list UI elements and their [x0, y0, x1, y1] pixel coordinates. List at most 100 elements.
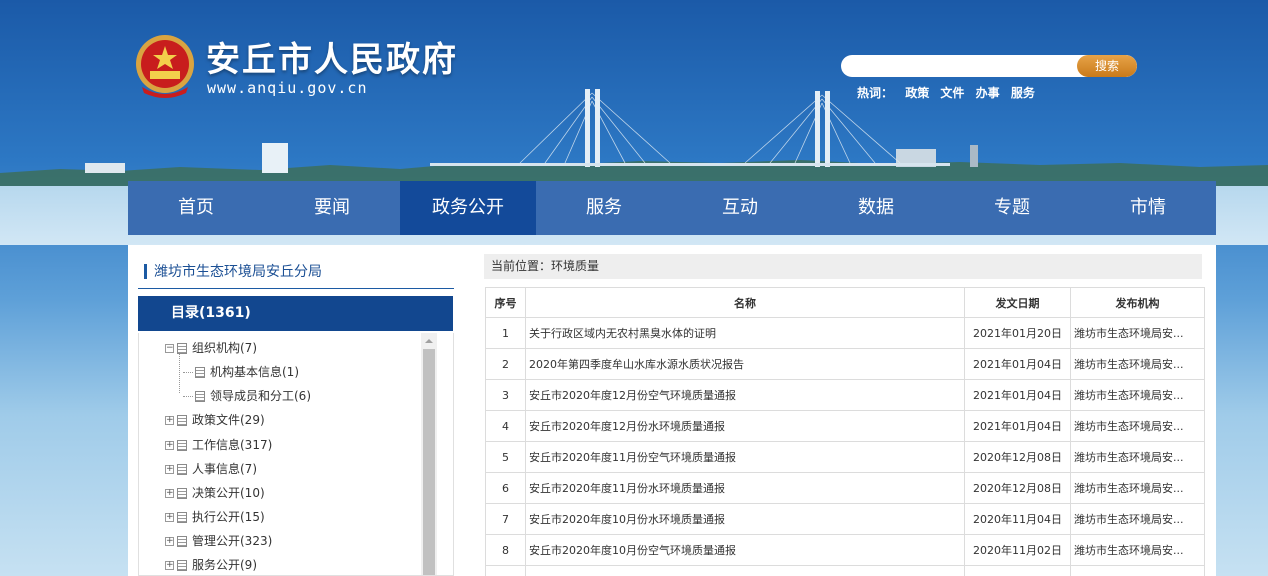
nav-topics[interactable]: 专题 — [944, 181, 1080, 235]
hot-word-service[interactable]: 服务 — [1011, 86, 1035, 100]
column-header-no: 序号 — [485, 287, 526, 318]
row-number: 8 — [485, 534, 526, 566]
nav-city-info[interactable]: 市情 — [1080, 181, 1216, 235]
row-number: 4 — [485, 410, 526, 442]
expand-icon[interactable]: + — [165, 561, 174, 570]
row-org: 潍坊市生态环境局安... — [1070, 379, 1205, 411]
document-icon — [195, 367, 205, 378]
row-title-link[interactable]: 安丘市2020年度11月份空气环境质量通报 — [525, 441, 965, 473]
row-org: 潍坊市生态环境局安... — [1070, 534, 1205, 566]
row-org: 潍坊市生态环境局安... — [1070, 410, 1205, 442]
table-row: 1 关于行政区域内无农村黑臭水体的证明 2021年01月20日 潍坊市生态环境局… — [485, 317, 1205, 349]
row-date: 2021年01月04日 — [964, 379, 1071, 411]
document-icon — [177, 512, 187, 523]
expand-icon[interactable]: + — [165, 537, 174, 546]
search-input[interactable] — [853, 55, 1075, 77]
table-row: 6 安丘市2020年度11月份水环境质量通报 2020年12月08日 潍坊市生态… — [485, 472, 1205, 504]
expand-icon[interactable]: + — [165, 489, 174, 498]
row-title-link[interactable]: 关于行政区域内无农村黑臭水体的证明 — [525, 317, 965, 349]
scroll-thumb[interactable] — [423, 349, 435, 575]
document-icon — [195, 391, 205, 402]
table-row: 5 安丘市2020年度11月份空气环境质量通报 2020年12月08日 潍坊市生… — [485, 441, 1205, 473]
row-date: 2020年12月08日 — [964, 441, 1071, 473]
hot-words: 热词： 政策 文件 办事 服务 — [857, 84, 1042, 101]
column-header-date: 发文日期 — [964, 287, 1071, 318]
hot-word-document[interactable]: 文件 — [940, 86, 964, 100]
sidebar: 潍坊市生态环境局安丘分局 目录(1361) − 组织机构(7) 机构基本信息(1)… — [138, 245, 454, 576]
table-row: 3 安丘市2020年度12月份空气环境质量通报 2021年01月04日 潍坊市生… — [485, 379, 1205, 411]
document-icon — [177, 440, 187, 451]
expand-icon[interactable]: + — [165, 465, 174, 474]
row-number: 5 — [485, 441, 526, 473]
search-box: 搜索 — [841, 55, 1137, 77]
tree-node[interactable]: − 组织机构(7) — [165, 339, 257, 357]
table-row — [485, 565, 1205, 576]
nav-service[interactable]: 服务 — [536, 181, 672, 235]
document-icon — [177, 464, 187, 475]
tree-node[interactable]: + 服务公开(9) — [165, 556, 257, 574]
row-date: 2020年11月02日 — [964, 534, 1071, 566]
row-date: 2021年01月20日 — [964, 317, 1071, 349]
table-row: 7 安丘市2020年度10月份水环境质量通报 2020年11月04日 潍坊市生态… — [485, 503, 1205, 535]
tree-node[interactable]: 机构基本信息(1) — [183, 363, 299, 381]
row-date: 2020年11月04日 — [964, 503, 1071, 535]
document-icon — [177, 343, 187, 354]
nav-interaction[interactable]: 互动 — [672, 181, 808, 235]
tree-node[interactable]: + 执行公开(15) — [165, 508, 265, 526]
expand-icon[interactable]: + — [165, 441, 174, 450]
column-header-title: 名称 — [525, 287, 965, 318]
directory-header[interactable]: 目录(1361) — [138, 296, 453, 331]
tree-scrollbar[interactable] — [421, 333, 437, 575]
row-title-link[interactable]: 安丘市2020年度11月份水环境质量通报 — [525, 472, 965, 504]
tree-node[interactable]: + 政策文件(29) — [165, 411, 265, 429]
row-title-link[interactable]: 安丘市2020年度12月份空气环境质量通报 — [525, 379, 965, 411]
hot-words-label: 热词： — [857, 86, 894, 100]
directory-tree: − 组织机构(7) 机构基本信息(1) 领导成员和分工(6) + 政策文件(29) … — [138, 333, 454, 576]
tree-node[interactable]: 领导成员和分工(6) — [183, 387, 311, 405]
nav-government-affairs[interactable]: 政务公开 — [400, 181, 536, 235]
row-number: 3 — [485, 379, 526, 411]
row-number: 1 — [485, 317, 526, 349]
row-title-link[interactable]: 安丘市2020年度10月份水环境质量通报 — [525, 503, 965, 535]
national-emblem-icon — [136, 35, 194, 98]
document-table: 序号 名称 发文日期 发布机构 1 关于行政区域内无农村黑臭水体的证明 2021… — [485, 287, 1205, 576]
row-number: 6 — [485, 472, 526, 504]
row-date: 2021年01月04日 — [964, 410, 1071, 442]
document-icon — [177, 560, 187, 571]
nav-news[interactable]: 要闻 — [264, 181, 400, 235]
row-title-link[interactable]: 2020年第四季度牟山水库水源水质状况报告 — [525, 348, 965, 380]
nav-data[interactable]: 数据 — [808, 181, 944, 235]
table-header-row: 序号 名称 发文日期 发布机构 — [485, 287, 1205, 318]
hot-word-policy[interactable]: 政策 — [905, 86, 929, 100]
site-title: 安丘市人民政府 — [206, 40, 458, 80]
search-button[interactable]: 搜索 — [1077, 55, 1137, 77]
expand-icon[interactable]: + — [165, 416, 174, 425]
row-number: 7 — [485, 503, 526, 535]
tree-node[interactable]: + 工作信息(317) — [165, 436, 272, 454]
document-icon — [177, 536, 187, 547]
main-content: 当前位置：环境质量 序号 名称 发文日期 发布机构 1 关于行政区域内无农村黑臭… — [474, 245, 1208, 576]
main-nav: 首页 要闻 政务公开 服务 互动 数据 专题 市情 — [128, 181, 1216, 235]
department-title: 潍坊市生态环境局安丘分局 — [138, 262, 454, 289]
row-org: 潍坊市生态环境局安... — [1070, 441, 1205, 473]
scroll-up-arrow-icon[interactable] — [425, 339, 433, 343]
row-org: 潍坊市生态环境局安... — [1070, 472, 1205, 504]
tree-node[interactable]: + 管理公开(323) — [165, 532, 272, 550]
row-org: 潍坊市生态环境局安... — [1070, 317, 1205, 349]
row-date: 2020年12月08日 — [964, 472, 1071, 504]
row-org: 潍坊市生态环境局安... — [1070, 348, 1205, 380]
document-icon — [177, 415, 187, 426]
tree-node[interactable]: + 决策公开(10) — [165, 484, 265, 502]
collapse-icon[interactable]: − — [165, 344, 174, 353]
nav-home[interactable]: 首页 — [128, 181, 264, 235]
content-panel: 潍坊市生态环境局安丘分局 目录(1361) − 组织机构(7) 机构基本信息(1)… — [128, 245, 1216, 576]
row-title-link[interactable]: 安丘市2020年度12月份水环境质量通报 — [525, 410, 965, 442]
table-row: 4 安丘市2020年度12月份水环境质量通报 2021年01月04日 潍坊市生态… — [485, 410, 1205, 442]
table-row: 2 2020年第四季度牟山水库水源水质状况报告 2021年01月04日 潍坊市生… — [485, 348, 1205, 380]
row-date: 2021年01月04日 — [964, 348, 1071, 380]
expand-icon[interactable]: + — [165, 513, 174, 522]
row-title-link[interactable]: 安丘市2020年度10月份空气环境质量通报 — [525, 534, 965, 566]
hot-word-affairs[interactable]: 办事 — [976, 86, 1000, 100]
document-icon — [177, 488, 187, 499]
tree-node[interactable]: + 人事信息(7) — [165, 460, 257, 478]
